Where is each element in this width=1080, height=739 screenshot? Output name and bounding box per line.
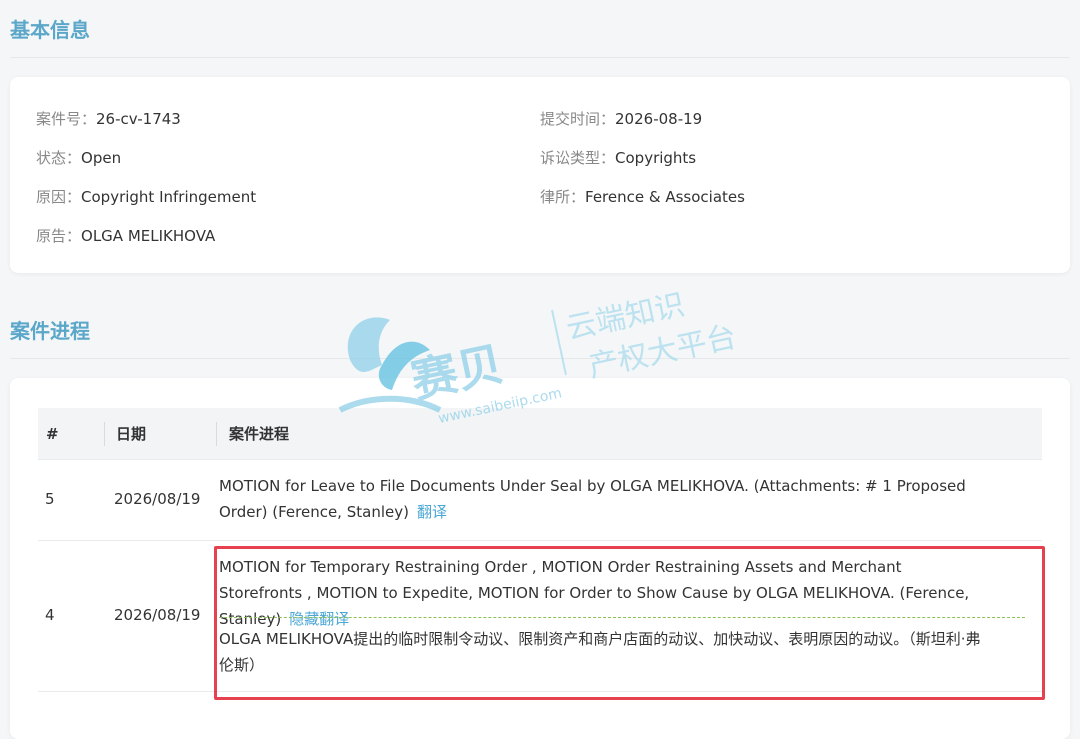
column-separator xyxy=(104,422,105,446)
plaintiff-value: OLGA MELIKHOVA xyxy=(81,227,216,245)
law-firm-label: 律所： xyxy=(540,188,586,206)
status-value: Open xyxy=(81,149,122,167)
row-number: 5 xyxy=(45,490,55,508)
highlight-box xyxy=(214,546,1045,700)
watermark-line1: 云端知识 xyxy=(563,287,688,346)
filed-date-value: 2026-08-19 xyxy=(615,110,703,128)
case-type-label: 诉讼类型： xyxy=(540,149,616,167)
case-type-value: Copyrights xyxy=(615,149,697,167)
row-date: 2026/08/19 xyxy=(114,606,201,624)
row-description-text: MOTION for Leave to File Documents Under… xyxy=(219,477,966,521)
translate-link[interactable]: 翻译 xyxy=(417,503,447,521)
column-header-progress: 案件进程 xyxy=(229,425,290,443)
row-number: 4 xyxy=(45,606,55,624)
plaintiff-field: 原告：OLGA MELIKHOVA xyxy=(36,225,215,246)
basic-info-title: 基本信息 xyxy=(10,18,90,42)
case-number-field: 案件号：26-cv-1743 xyxy=(36,108,181,129)
column-header-date: 日期 xyxy=(116,425,147,443)
column-separator xyxy=(216,422,217,446)
progress-title: 案件进程 xyxy=(10,319,90,343)
case-number-label: 案件号： xyxy=(36,110,97,128)
plaintiff-label: 原告： xyxy=(36,227,82,245)
law-firm-field: 律所：Ference & Associates xyxy=(540,186,745,207)
cause-label: 原因： xyxy=(36,188,82,206)
row-description: MOTION for Leave to File Documents Under… xyxy=(219,473,989,525)
table-header: # 日期 案件进程 xyxy=(38,408,1042,460)
row-divider xyxy=(38,459,1042,460)
basic-info-divider xyxy=(10,57,1070,58)
cause-value: Copyright Infringement xyxy=(81,188,257,206)
case-number-value: 26-cv-1743 xyxy=(96,110,181,128)
status-label: 状态： xyxy=(36,149,82,167)
basic-info-card: 案件号：26-cv-1743 提交时间：2026-08-19 状态：Open 诉… xyxy=(10,77,1070,273)
column-header-number: # xyxy=(46,425,59,443)
watermark-line2: 产权大平台 xyxy=(586,319,740,384)
status-field: 状态：Open xyxy=(36,147,121,168)
case-type-field: 诉讼类型：Copyrights xyxy=(540,147,696,168)
law-firm-value: Ference & Associates xyxy=(585,188,745,206)
cause-field: 原因：Copyright Infringement xyxy=(36,186,256,207)
row-divider xyxy=(38,540,1042,541)
filed-date-label: 提交时间： xyxy=(540,110,616,128)
progress-divider xyxy=(10,358,1070,359)
filed-date-field: 提交时间：2026-08-19 xyxy=(540,108,702,129)
row-date: 2026/08/19 xyxy=(114,490,201,508)
